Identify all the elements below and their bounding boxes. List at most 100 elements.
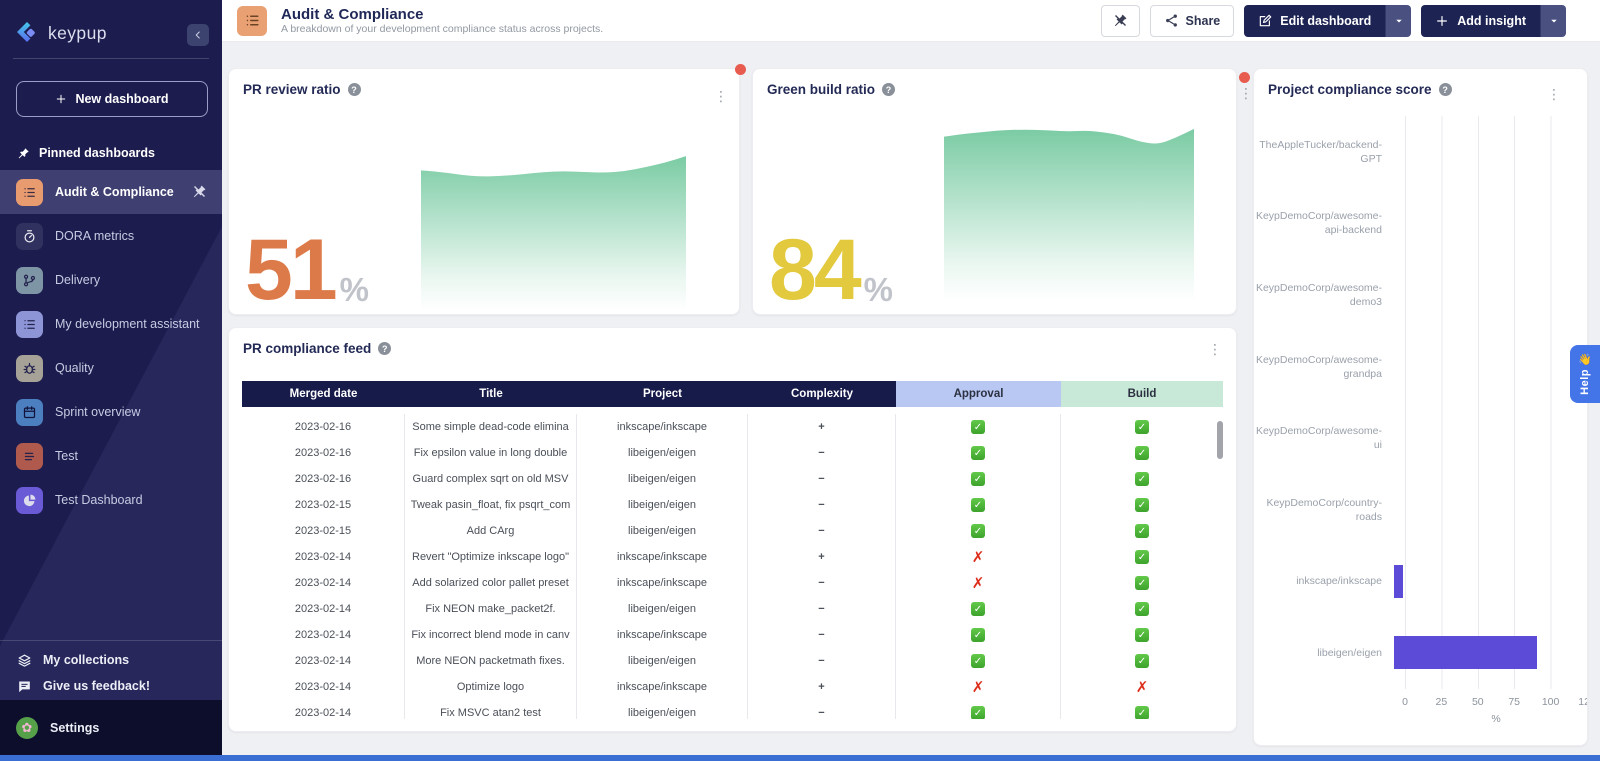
list-icon: [16, 311, 43, 338]
calendar-icon: [16, 399, 43, 426]
user-avatar: ✿: [16, 717, 38, 739]
cross-icon: ✗: [1136, 680, 1149, 695]
sidebar-item-test-dashboard[interactable]: Test Dashboard: [0, 478, 222, 522]
logo[interactable]: keypup: [14, 20, 107, 46]
column-header-complexity: Complexity: [748, 381, 896, 407]
sidebar-collapse-button[interactable]: [187, 24, 209, 46]
cell-title: Optimize logo: [405, 674, 577, 700]
x-axis-tick: 25: [1436, 696, 1448, 708]
table-row[interactable]: 2023-02-14Revert "Optimize inkscape logo…: [242, 544, 1223, 570]
help-tab[interactable]: 👋 Help: [1570, 345, 1600, 403]
sidebar-item-label: Quality: [55, 361, 94, 375]
table-row[interactable]: 2023-02-15Add CArglibeigen/eigen−✓✓: [242, 518, 1223, 544]
footer-link-give-us-feedback-[interactable]: Give us feedback!: [0, 673, 222, 699]
cross-icon: ✗: [972, 680, 985, 695]
sidebar-item-audit-compliance[interactable]: Audit & Compliance: [0, 170, 222, 214]
pinned-dashboards-header: Pinned dashboards: [17, 146, 155, 160]
table-row[interactable]: 2023-02-14Add solarized color pallet pre…: [242, 570, 1223, 596]
category-label: KeypDemoCorp/awesome-ui: [1254, 424, 1394, 452]
cell-build: ✓: [1061, 648, 1223, 674]
cell-merged-date: 2023-02-16: [242, 440, 405, 466]
pie-chart-icon: [16, 487, 43, 514]
sidebar-item-label: DORA metrics: [55, 229, 134, 243]
cell-title: Fix epsilon value in long double: [405, 440, 577, 466]
check-icon: ✓: [971, 472, 985, 486]
sidebar-item-label: Audit & Compliance: [55, 185, 174, 199]
x-axis-tick: 100: [1542, 696, 1560, 708]
sidebar-item-label: My development assistant: [55, 317, 200, 331]
dashboard-icon-tile: [237, 6, 267, 36]
list-icon: [16, 179, 43, 206]
table-row[interactable]: 2023-02-16Some simple dead-code eliminai…: [242, 414, 1223, 440]
help-question-icon[interactable]: [348, 83, 361, 96]
cell-project: libeigen/eigen: [577, 518, 748, 544]
table-row[interactable]: 2023-02-14Fix MSVC atan2 testlibeigen/ei…: [242, 700, 1223, 719]
settings-bar[interactable]: ✿ Settings: [0, 700, 222, 755]
cell-complexity: −: [748, 518, 896, 544]
table-scrollbar-thumb[interactable]: [1217, 421, 1223, 459]
sidebar-item-my-development-assistant[interactable]: My development assistant: [0, 302, 222, 346]
pin-slash-icon[interactable]: [192, 184, 207, 199]
footer-link-my-collections[interactable]: My collections: [0, 647, 222, 673]
cell-project: inkscape/inkscape: [577, 570, 748, 596]
bar-row: KeypDemoCorp/awesome-ui: [1254, 402, 1587, 474]
pin-icon: [17, 147, 30, 160]
table-row[interactable]: 2023-02-15Tweak pasin_float, fix psqrt_c…: [242, 492, 1223, 518]
check-icon: ✓: [971, 446, 985, 460]
edit-dashboard-dropdown-button[interactable]: [1385, 5, 1411, 37]
cell-approval: ✓: [896, 622, 1061, 648]
cell-approval: ✓: [896, 648, 1061, 674]
sidebar-item-sprint-overview[interactable]: Sprint overview: [0, 390, 222, 434]
table-row[interactable]: 2023-02-16Fix epsilon value in long doub…: [242, 440, 1223, 466]
new-dashboard-button[interactable]: New dashboard: [16, 81, 208, 117]
topbar-actions: Share Edit dashboard Add insight: [1101, 5, 1566, 37]
cell-build: ✓: [1061, 544, 1223, 570]
cell-complexity: −: [748, 648, 896, 674]
category-label: KeypDemoCorp/awesome-grandpa: [1254, 353, 1394, 381]
bar[interactable]: [1394, 565, 1403, 598]
edit-dashboard-button[interactable]: Edit dashboard: [1244, 5, 1385, 37]
sidebar-item-delivery[interactable]: Delivery: [0, 258, 222, 302]
share-button[interactable]: Share: [1150, 5, 1235, 37]
help-question-icon[interactable]: [882, 83, 895, 96]
sidebar-item-test[interactable]: Test: [0, 434, 222, 478]
unpin-dashboard-button[interactable]: [1101, 5, 1140, 37]
kebab-menu-icon[interactable]: [1208, 342, 1222, 356]
check-icon: ✓: [1135, 498, 1149, 512]
bar[interactable]: [1394, 636, 1537, 669]
metric-unit: %: [340, 276, 369, 303]
share-icon: [1164, 13, 1179, 28]
table-row[interactable]: 2023-02-14Fix incorrect blend mode in ca…: [242, 622, 1223, 648]
sidebar-item-label: Sprint overview: [55, 405, 140, 419]
table-row[interactable]: 2023-02-14Optimize logoinkscape/inkscape…: [242, 674, 1223, 700]
bar-chart-rows: TheAppleTucker/backend-GPT KeypDemoCorp/a…: [1254, 116, 1587, 689]
check-icon: ✓: [1135, 654, 1149, 668]
x-axis-tick: 50: [1472, 696, 1484, 708]
table-row[interactable]: 2023-02-14More NEON packetmath fixes.lib…: [242, 648, 1223, 674]
x-axis-tick: 75: [1508, 696, 1520, 708]
column-header-build: Build: [1061, 381, 1223, 407]
help-question-icon[interactable]: [1439, 83, 1452, 96]
kebab-menu-icon[interactable]: [714, 89, 728, 103]
bar-row: KeypDemoCorp/country-roads: [1254, 474, 1587, 546]
cell-build: ✓: [1061, 440, 1223, 466]
add-insight-button[interactable]: Add insight: [1421, 5, 1540, 37]
cell-project: libeigen/eigen: [577, 648, 748, 674]
metric-number: 51: [245, 235, 335, 306]
card-title: PR review ratio: [243, 82, 341, 97]
bar-row: TheAppleTucker/backend-GPT: [1254, 116, 1587, 188]
add-insight-dropdown-button[interactable]: [1540, 5, 1566, 37]
sidebar-item-dora-metrics[interactable]: DORA metrics: [0, 214, 222, 258]
table-row[interactable]: 2023-02-14Fix NEON make_packet2f.libeige…: [242, 596, 1223, 622]
sidebar-item-quality[interactable]: Quality: [0, 346, 222, 390]
cell-title: Add solarized color pallet preset: [405, 570, 577, 596]
project-compliance-score-card: Project compliance score TheAppleTucker/…: [1253, 68, 1588, 746]
kebab-menu-icon[interactable]: [1239, 86, 1253, 100]
help-question-icon[interactable]: [378, 342, 391, 355]
cell-merged-date: 2023-02-14: [242, 700, 405, 719]
green-build-trend-chart: [944, 128, 1194, 301]
cell-project: inkscape/inkscape: [577, 414, 748, 440]
cell-build: ✓: [1061, 466, 1223, 492]
kebab-menu-icon[interactable]: [1547, 87, 1561, 101]
table-row[interactable]: 2023-02-16Guard complex sqrt on old MSVl…: [242, 466, 1223, 492]
